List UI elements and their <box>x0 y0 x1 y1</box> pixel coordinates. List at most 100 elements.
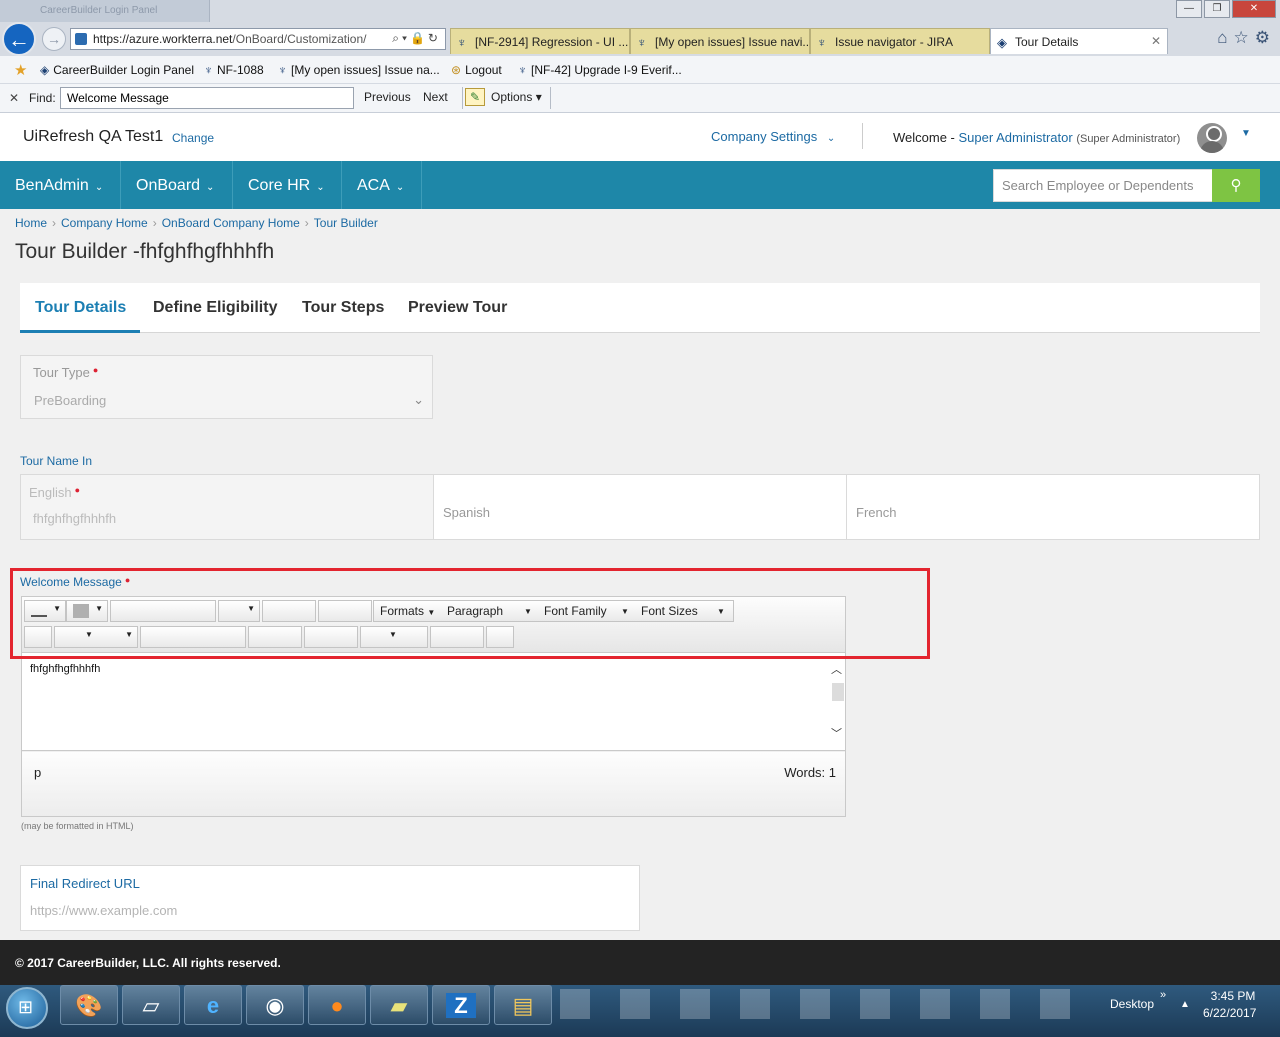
chevron-down-icon: ⌄ <box>206 182 215 193</box>
minimize-icon[interactable]: — <box>1176 0 1202 18</box>
breadcrumb-home[interactable]: Home <box>15 216 47 230</box>
settings-gear-icon[interactable]: ⚙ <box>1255 28 1276 47</box>
home-icon[interactable]: ⌂ <box>1217 28 1233 47</box>
chevron-down-icon: ▼ <box>427 608 436 617</box>
insert-dropdown-button[interactable]: ▼ <box>360 626 428 648</box>
close-window-icon[interactable]: ✕ <box>1232 0 1276 18</box>
sticky-notes-icon[interactable]: ▰ <box>370 985 428 1025</box>
toolbar-button[interactable] <box>24 626 52 648</box>
tab-tour-steps[interactable]: Tour Steps <box>302 299 384 317</box>
favorite-link[interactable]: ◈ CareerBuilder Login Panel <box>40 63 194 77</box>
employee-search-input[interactable] <box>993 169 1213 202</box>
welcome-message-label: Welcome Message <box>20 575 122 589</box>
breadcrumb-onboard-company-home[interactable]: OnBoard Company Home <box>162 216 300 230</box>
chrome-icon[interactable]: ◉ <box>246 985 304 1025</box>
address-path: /OnBoard/Customization/ <box>232 32 367 46</box>
browser-tab-tour-details[interactable]: ◈ Tour Details ✕ <box>990 28 1168 54</box>
undo-redo-group[interactable] <box>430 626 484 648</box>
format-buttons-group[interactable] <box>110 600 216 622</box>
text-color-button[interactable]: ▼ <box>24 600 66 622</box>
paint-app-icon[interactable]: 🎨 <box>60 985 118 1025</box>
show-hidden-icons-icon[interactable]: ▲ <box>1180 999 1190 1010</box>
chevron-down-icon: ▼ <box>53 604 61 613</box>
scroll-thumb[interactable] <box>832 683 844 701</box>
format-dropdowns-group: Formats ▼ Paragraph ▼ Font Family ▼ Font… <box>373 600 734 622</box>
chevron-right-icon[interactable]: » <box>1160 989 1166 1001</box>
image-button[interactable] <box>304 626 358 648</box>
scroll-down-icon[interactable]: ﹀ <box>831 725 842 741</box>
zoom-app-icon[interactable]: Z <box>432 985 490 1025</box>
font-sizes-dropdown[interactable]: Font Sizes <box>641 604 698 618</box>
spanish-name-field[interactable]: Spanish <box>433 474 847 540</box>
find-input[interactable] <box>60 87 354 109</box>
favorite-link[interactable]: ♆ NF-1088 <box>204 63 264 77</box>
alignment-buttons-group[interactable] <box>140 626 246 648</box>
address-bar[interactable]: https://azure.workterra.net/OnBoard/Cust… <box>70 28 446 50</box>
list-dropdown-button[interactable]: ▼ <box>218 600 260 622</box>
pencil-icon: ✎ <box>465 88 485 106</box>
tab-tour-details[interactable]: Tour Details <box>35 299 126 317</box>
close-tab-icon[interactable]: ✕ <box>1151 34 1161 48</box>
favorite-link[interactable]: ⊛ Logout <box>451 63 502 77</box>
editor-scrollbar[interactable]: ︿ ﹀ <box>829 661 845 745</box>
scroll-up-icon[interactable]: ︿ <box>831 661 842 677</box>
breadcrumb-tour-builder[interactable]: Tour Builder <box>314 216 378 230</box>
start-button[interactable]: ⊞ <box>6 987 48 1029</box>
nav-item-onboard[interactable]: OnBoard ⌄ <box>121 161 233 209</box>
back-button[interactable]: ← <box>2 22 36 56</box>
change-company-link[interactable]: Change <box>172 131 214 145</box>
find-options-button[interactable]: ✎ Options ▾ <box>462 87 551 109</box>
english-name-field[interactable]: English ● fhfghfhgfhhhfh <box>20 474 434 540</box>
browser-tab-issue-navigator[interactable]: ♆ Issue navigator - JIRA <box>810 28 990 54</box>
redirect-url-input[interactable] <box>30 899 620 921</box>
formats-dropdown[interactable]: Formats ▼ <box>380 604 435 618</box>
page-footer: © 2017 CareerBuilder, LLC. All rights re… <box>0 940 1280 985</box>
company-settings-menu[interactable]: Company Settings ⌄ <box>711 129 835 144</box>
chevron-down-icon: ⌄ <box>395 182 405 193</box>
address-tools-icons[interactable]: ⌕▾🔒↻ <box>392 31 441 46</box>
breadcrumb-company-home[interactable]: Company Home <box>61 216 148 230</box>
tab-preview-tour[interactable]: Preview Tour <box>408 299 507 317</box>
tour-type-select[interactable]: Tour Type ● PreBoarding ⌄ <box>20 355 433 419</box>
internet-explorer-icon[interactable]: e <box>184 985 242 1025</box>
clock-time[interactable]: 3:45 PM <box>1208 989 1258 1003</box>
restore-icon[interactable]: ❐ <box>1204 0 1230 18</box>
background-color-button[interactable]: ▼ <box>66 600 108 622</box>
font-family-dropdown[interactable]: Font Family <box>544 604 607 618</box>
close-find-icon[interactable]: ✕ <box>9 91 19 105</box>
link-button[interactable] <box>248 626 302 648</box>
desktop-toolbar-label[interactable]: Desktop <box>1110 997 1154 1011</box>
copyright-text: © 2017 CareerBuilder, LLC. All rights re… <box>15 956 281 970</box>
nav-item-aca[interactable]: ACA ⌄ <box>342 161 422 209</box>
paragraph-dropdown[interactable]: Paragraph <box>447 604 503 618</box>
source-code-button[interactable] <box>486 626 514 648</box>
clock-date[interactable]: 6/22/2017 <box>1203 1006 1256 1020</box>
element-path[interactable]: p <box>34 765 41 780</box>
browser-tab-my-open-issues[interactable]: ♆ [My open issues] Issue navi... <box>630 28 810 54</box>
search-button[interactable]: ⚲ <box>1212 169 1260 202</box>
favorites-add-icon[interactable]: ★ <box>14 61 27 79</box>
tab-define-eligibility[interactable]: Define Eligibility <box>153 299 277 317</box>
favorite-link[interactable]: ♆ [My open issues] Issue na... <box>278 63 440 77</box>
chevron-down-icon[interactable]: ▼ <box>1241 128 1251 139</box>
taskbar-preview-blur <box>560 989 1080 1019</box>
forward-button[interactable]: → <box>42 27 66 51</box>
french-name-field[interactable]: French <box>846 474 1260 540</box>
user-name-link[interactable]: Super Administrator <box>959 130 1073 145</box>
table-dropdown-button[interactable]: ▼ ▼ <box>54 626 138 648</box>
editor-content-area[interactable]: fhfghfhgfhhhfh ︿ ﹀ <box>22 653 845 751</box>
notes-app-icon[interactable]: ▱ <box>122 985 180 1025</box>
find-previous-button[interactable]: Previous <box>364 90 411 104</box>
nav-item-benadmin[interactable]: BenAdmin ⌄ <box>0 161 121 209</box>
file-explorer-icon[interactable]: ▤ <box>494 985 552 1025</box>
find-next-button[interactable]: Next <box>423 90 448 104</box>
favorite-link[interactable]: ♆ [NF-42] Upgrade I-9 Everif... <box>518 63 682 77</box>
nav-item-core-hr[interactable]: Core HR ⌄ <box>233 161 342 209</box>
indent-button[interactable] <box>262 600 316 622</box>
jira-icon: ♆ <box>457 35 467 50</box>
firefox-icon[interactable]: ● <box>308 985 366 1025</box>
favorites-star-icon[interactable]: ☆ <box>1234 28 1255 47</box>
user-avatar-icon[interactable] <box>1197 123 1227 153</box>
browser-tab-nf-2914[interactable]: ♆ [NF-2914] Regression - UI ... <box>450 28 630 54</box>
outdent-button[interactable] <box>318 600 372 622</box>
